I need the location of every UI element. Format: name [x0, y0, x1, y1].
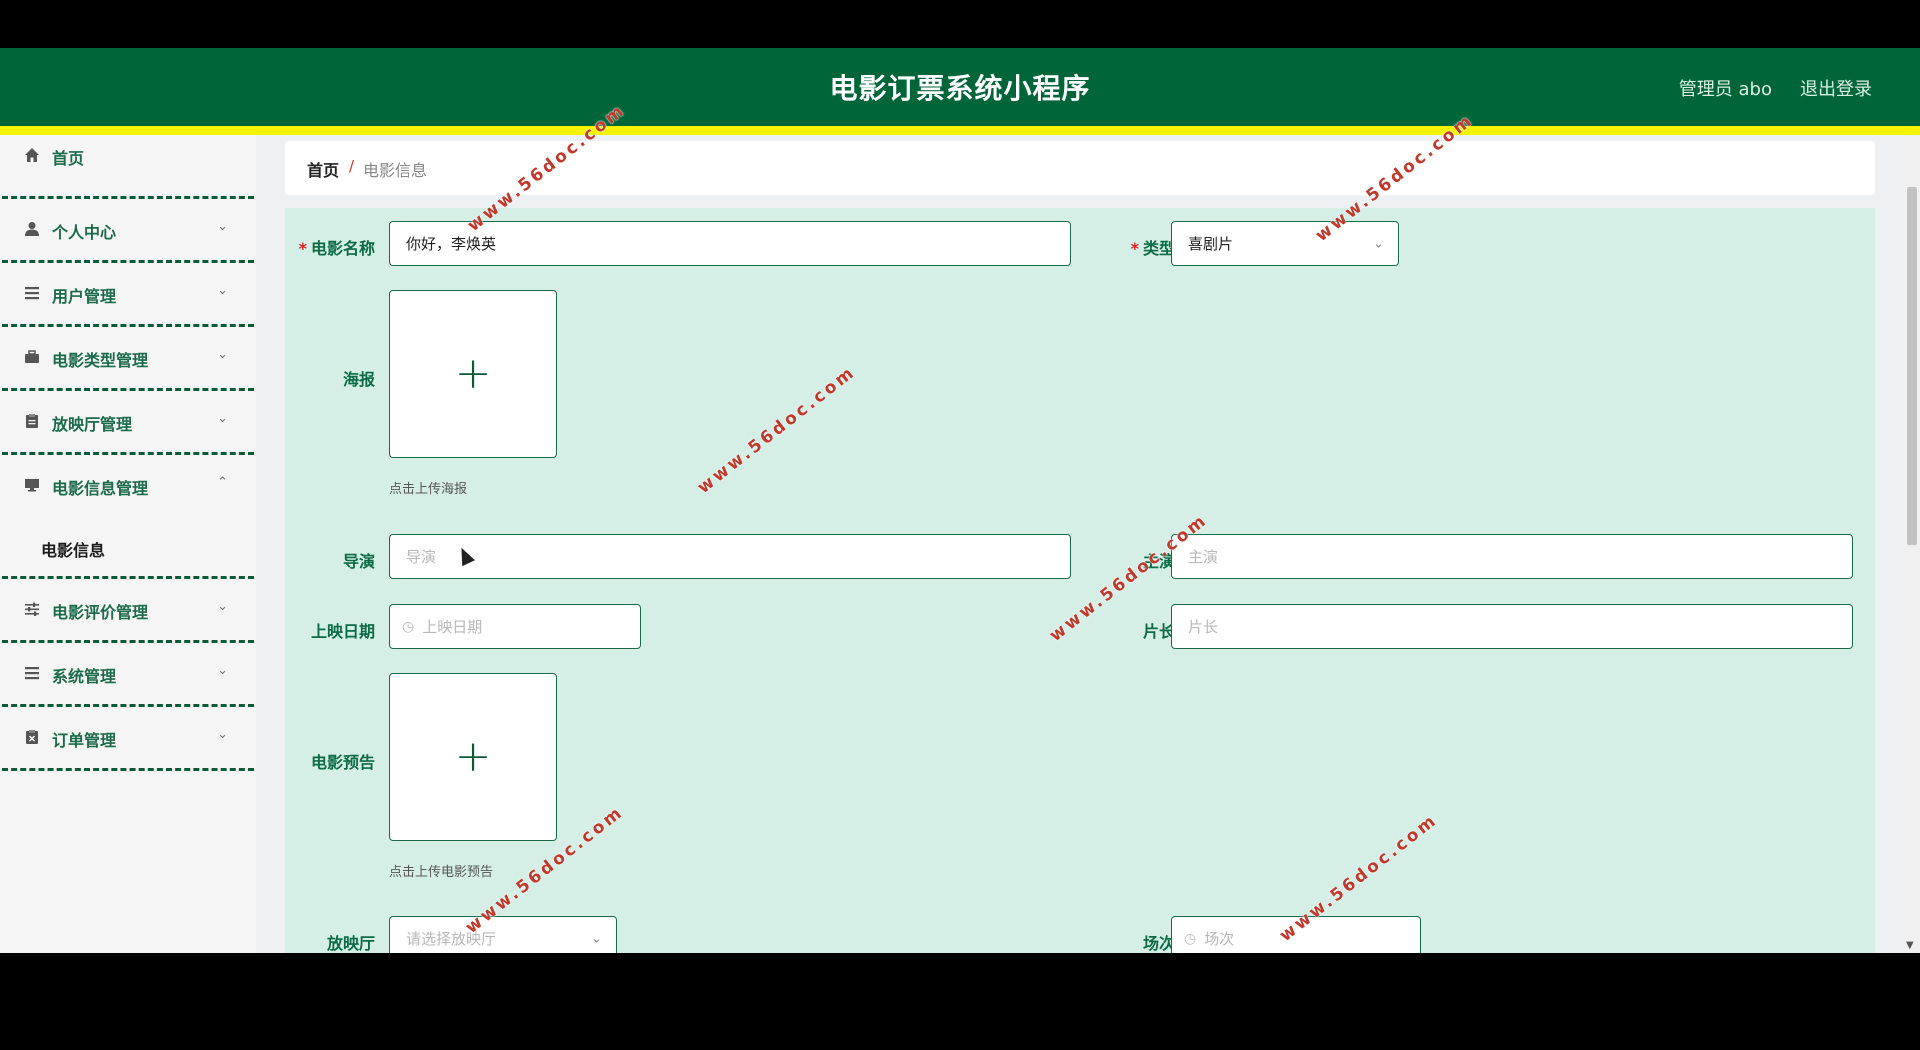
chevron-down-icon: ⌄	[217, 599, 228, 614]
poster-label: 海报	[342, 370, 375, 389]
type-label: * 类型	[1130, 239, 1175, 258]
poster-hint: 点击上传海报	[389, 482, 468, 497]
sidebar-subitem-label: 电影信息	[41, 541, 106, 560]
sidebar-item-movie-types[interactable]: 电影类型管理 ⌄	[2, 327, 254, 391]
actor-input[interactable]: 主演	[1171, 534, 1853, 579]
type-select[interactable]: 喜剧片 ⌄	[1171, 221, 1399, 266]
director-label: 导演	[342, 552, 375, 571]
accent-bar	[0, 126, 1920, 135]
trailer-upload[interactable]: +	[389, 673, 557, 841]
sidebar: 首页 个人中心 ⌄ 用户管理 ⌄ 电影类型管理 ⌄ 放映厅管理 ⌄ 电影信息管理…	[0, 135, 256, 953]
actor-label: 主演	[1142, 552, 1175, 571]
page-scrollbar[interactable]: ▼	[1904, 135, 1920, 953]
session-label: 场次	[1142, 934, 1175, 953]
poster-upload[interactable]: +	[389, 290, 557, 458]
sidebar-subitem-movie-info[interactable]: 电影信息	[2, 519, 254, 579]
sidebar-item-label: 个人中心	[52, 223, 117, 242]
main-content: 首页 / 电影信息 * 电影名称 你好，李焕英 * 类型 喜剧片 ⌄ 海报 + 点击上…	[285, 141, 1875, 953]
sidebar-item-movie-info[interactable]: 电影信息管理 ⌃	[2, 455, 254, 519]
chevron-down-icon: ⌄	[217, 663, 228, 678]
session-input[interactable]: ◷ 场次	[1171, 916, 1421, 953]
director-input[interactable]: 导演	[389, 534, 1071, 579]
clipboard-x-icon	[24, 729, 40, 745]
monitor-icon	[24, 477, 40, 493]
movie-name-label: * 电影名称	[298, 239, 375, 258]
sidebar-item-halls[interactable]: 放映厅管理 ⌄	[2, 391, 254, 455]
scrollbar-thumb[interactable]	[1907, 187, 1917, 545]
sidebar-item-label: 电影类型管理	[52, 351, 149, 370]
hall-label: 放映厅	[326, 934, 375, 953]
chevron-down-icon: ⌄	[217, 219, 228, 234]
sidebar-item-label: 订单管理	[52, 731, 117, 750]
briefcase-icon	[24, 349, 40, 365]
app-screen: 电影订票系统小程序 管理员 abo 退出登录 首页 个人中心 ⌄ 用户管理 ⌄	[0, 48, 1920, 953]
sidebar-item-users[interactable]: 用户管理 ⌄	[2, 263, 254, 327]
sidebar-item-label: 电影信息管理	[52, 479, 149, 498]
sidebar-item-label: 系统管理	[52, 667, 117, 686]
app-title: 电影订票系统小程序	[829, 72, 1091, 105]
trailer-label: 电影预告	[310, 753, 375, 772]
chevron-down-icon: ⌄	[217, 727, 228, 742]
sidebar-item-profile[interactable]: 个人中心 ⌄	[2, 199, 254, 263]
sidebar-item-home[interactable]: 首页	[2, 135, 254, 199]
current-user: 管理员 abo	[1678, 79, 1772, 100]
sidebar-item-system[interactable]: 系统管理 ⌄	[2, 643, 254, 707]
clock-icon: ◷	[1184, 930, 1197, 947]
duration-input[interactable]: 片长	[1171, 604, 1853, 649]
movie-form: * 电影名称 你好，李焕英 * 类型 喜剧片 ⌄ 海报 + 点击上传海报 导演 导演 …	[285, 208, 1875, 953]
logout-link[interactable]: 退出登录	[1800, 75, 1872, 101]
sidebar-item-orders[interactable]: 订单管理 ⌄	[2, 707, 254, 771]
chevron-down-icon: ⌄	[217, 411, 228, 426]
scroll-down-icon[interactable]: ▼	[1906, 940, 1914, 951]
plus-icon: +	[454, 348, 492, 399]
clock-icon: ◷	[402, 618, 415, 635]
breadcrumb-home[interactable]: 首页	[307, 157, 339, 181]
top-header: 电影订票系统小程序 管理员 abo 退出登录	[0, 48, 1920, 126]
list-icon	[24, 665, 40, 681]
sidebar-item-label: 首页	[52, 149, 85, 168]
breadcrumb-current: 电影信息	[363, 161, 428, 180]
duration-label: 片长	[1142, 622, 1175, 641]
clipboard-icon	[24, 413, 40, 429]
sidebar-item-label: 放映厅管理	[52, 415, 133, 434]
chevron-down-icon: ⌄	[1373, 236, 1384, 251]
home-icon	[24, 147, 40, 163]
breadcrumb: 首页 / 电影信息	[285, 141, 1875, 195]
release-date-input[interactable]: ◷ 上映日期	[389, 604, 641, 649]
release-date-label: 上映日期	[310, 622, 375, 641]
sidebar-item-label: 用户管理	[52, 287, 117, 306]
breadcrumb-separator: /	[349, 157, 355, 175]
hall-select[interactable]: 请选择放映厅 ⌄	[389, 916, 617, 953]
plus-icon: +	[454, 731, 492, 782]
movie-name-input[interactable]: 你好，李焕英	[389, 221, 1071, 266]
chevron-down-icon: ⌄	[591, 931, 602, 946]
chevron-down-icon: ⌄	[217, 347, 228, 362]
sidebar-item-label: 电影评价管理	[52, 603, 149, 622]
sidebar-item-reviews[interactable]: 电影评价管理 ⌄	[2, 579, 254, 643]
chevron-down-icon: ⌄	[217, 283, 228, 298]
user-icon	[24, 221, 40, 237]
sliders-icon	[24, 601, 40, 617]
trailer-hint: 点击上传电影预告	[389, 865, 494, 880]
list-icon	[24, 285, 40, 301]
chevron-up-icon: ⌃	[217, 475, 228, 490]
